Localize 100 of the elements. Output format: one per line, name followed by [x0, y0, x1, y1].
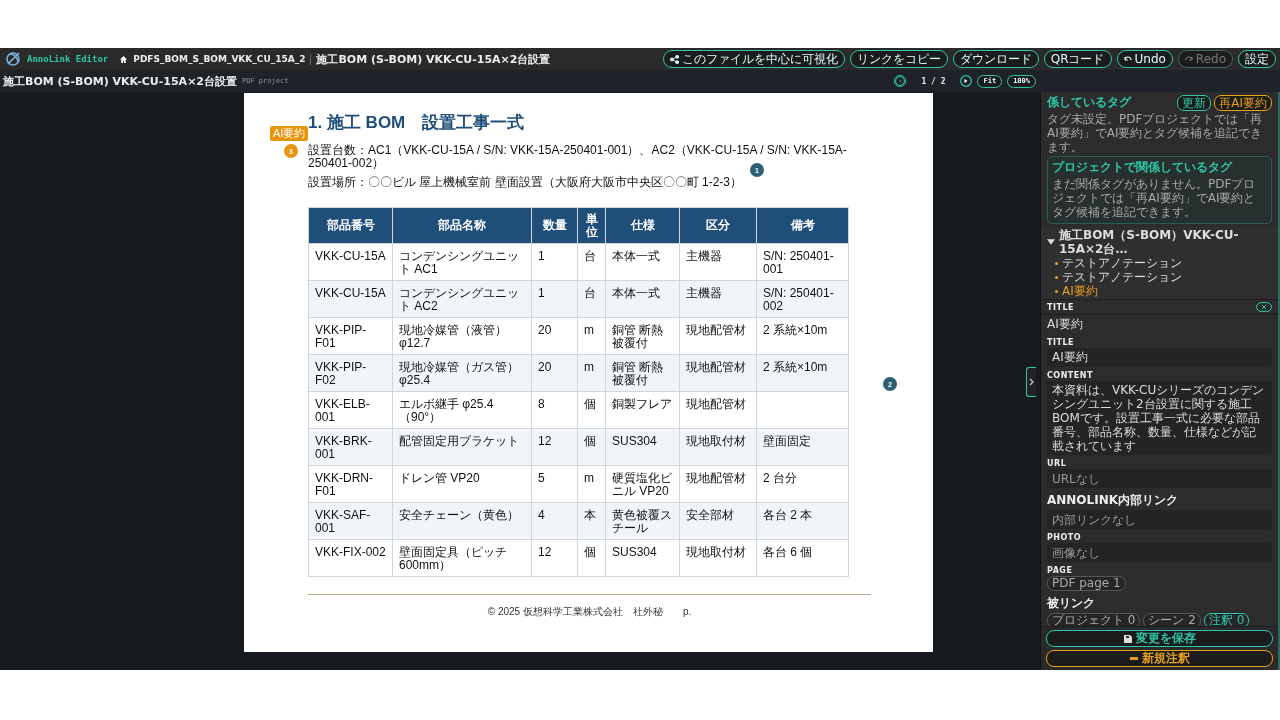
table-cell: 現地配管材 — [679, 465, 757, 503]
table-cell: m — [577, 465, 606, 503]
section-heading: 1. 施工 BOM 設置工事一式 — [308, 112, 526, 134]
table-cell: エルボ継手 φ25.4（90°） — [392, 391, 532, 429]
table-cell: 銅管 断熱被覆付 — [605, 317, 680, 355]
annotation-name: AI要約 — [1047, 316, 1084, 333]
table-cell: VKK-CU-15A — [308, 243, 393, 281]
table-cell: 現地配管材 — [679, 317, 757, 355]
share-icon — [669, 54, 679, 64]
page-indicator: 1 / 2 — [921, 76, 946, 86]
table-cell: VKK-FIX-002 — [308, 539, 393, 577]
tree-item[interactable]: 施工BOM（S-BOM）VKK-CU-15A×2台… — [1059, 228, 1272, 256]
table-cell: 各台 2 本 — [756, 502, 849, 540]
table-cell: 各台 6 個 — [756, 539, 849, 577]
redo-icon — [1184, 55, 1193, 63]
input-field[interactable]: 画像なし — [1047, 543, 1272, 562]
backlink-chip[interactable]: プロジェクト 0 — [1047, 613, 1141, 626]
table-cell: 1 — [531, 280, 578, 318]
table-cell: m — [577, 317, 606, 355]
save-button[interactable]: 変更を保存 — [1046, 630, 1273, 647]
table-cell: 硬質塩化ビニル VP20 — [605, 465, 680, 503]
column-header: 数量 — [531, 207, 578, 244]
table-cell: 壁面固定具（ピッチ 600mm） — [392, 539, 532, 577]
table-cell: 4 — [531, 502, 578, 540]
tree-item[interactable]: AI要約 — [1062, 284, 1098, 298]
table-cell: コンデンシングユニット AC2 — [392, 280, 532, 318]
field-label: PHOTO — [1047, 533, 1083, 542]
tree-item[interactable]: テストアノテーション — [1062, 256, 1182, 270]
toolbar-button[interactable]: リンクをコピー — [849, 50, 948, 68]
table-cell: VKK-BRK-001 — [308, 428, 393, 466]
tree-item[interactable]: テストアノテーション — [1062, 270, 1182, 284]
tag-note: タグ未設定。PDFプロジェクトでは「再AI要約」でAI要約とタグ候補を追記できます。 — [1047, 112, 1264, 154]
table-cell: VKK-SAF-001 — [308, 502, 393, 540]
backlink-chip[interactable]: 注釈 0 — [1203, 613, 1250, 626]
table-cell: 安全部材 — [679, 502, 757, 540]
content-field[interactable]: 本資料は、VKK-CUシリーズのコンデンシングユニット2台設置に関する施工BOMです。設置工事一式に必要な部品番号、部品名称、数量、仕様などが記載されています — [1047, 381, 1272, 455]
table-cell: 現地配管材 — [679, 354, 757, 392]
breadcrumb-link[interactable]: PDFS_BOM_S_BOM_VKK_CU_15A_2 — [133, 54, 306, 64]
table-cell: 8 — [531, 391, 578, 429]
input-field[interactable]: URLなし — [1047, 469, 1272, 488]
backlink-chip[interactable]: シーン 2 — [1143, 613, 1201, 626]
collapse-handle-icon[interactable] — [1026, 367, 1036, 397]
field-label: ANNOLINK内部リンク — [1047, 492, 1180, 509]
table-cell: 安全チェーン（黄色） — [392, 502, 532, 540]
next-page-icon[interactable] — [960, 75, 973, 87]
toolbar-button[interactable]: 設定 — [1238, 50, 1276, 68]
table-cell: 2 系統×10m — [756, 317, 849, 355]
toolbar-button[interactable]: ダウンロード — [952, 50, 1039, 68]
table-cell: 主機器 — [679, 280, 757, 318]
field-label: CONTENT — [1047, 371, 1094, 380]
undo-icon — [1123, 55, 1132, 63]
table-cell: 現地冷媒管（ガス管）φ25.4 — [392, 354, 532, 392]
table-cell: SUS304 — [605, 539, 680, 577]
field-label: URL — [1047, 459, 1068, 468]
table-cell: VKK-PIP-F01 — [308, 317, 393, 355]
input-field[interactable]: 内部リンクなし — [1047, 510, 1272, 529]
page-footer: © 2025 仮想科学工業株式会社 社外秘 p. — [487, 606, 692, 617]
column-header: 単位 — [577, 207, 606, 244]
document-title: 施工BOM (S-BOM) VKK-CU-15A×2台設置 — [3, 73, 237, 89]
tag-note: まだ関係タグがありません。PDFプロジェクトでは「再AI要約」でAI要約とタグ候補を追記できます。 — [1052, 177, 1257, 219]
column-header: 備考 — [756, 207, 849, 244]
toolbar-button[interactable]: QRコード — [1043, 50, 1112, 68]
column-header: 区分 — [679, 207, 757, 244]
tag-action-button[interactable]: 再AI要約 — [1214, 94, 1272, 111]
toolbar-button[interactable]: このファイルを中心に可視化 — [662, 50, 845, 68]
table-cell: 銅製フレア — [605, 391, 680, 429]
close-icon[interactable] — [1256, 302, 1272, 312]
tag-action-button[interactable]: 更新 — [1177, 94, 1212, 111]
section-title: プロジェクトで関係しているタグ — [1052, 159, 1234, 176]
caret-icon[interactable] — [1047, 238, 1055, 246]
toolbar-button[interactable]: Undo — [1116, 50, 1173, 68]
field-label: 被リンク — [1047, 595, 1096, 612]
table-cell: 現地冷媒管（液管）φ12.7 — [392, 317, 532, 355]
field-label: TITLE — [1047, 338, 1075, 347]
table-cell: 12 — [531, 428, 578, 466]
field-label: PAGE — [1047, 566, 1074, 575]
table-cell: 12 — [531, 539, 578, 577]
table-cell: 壁面固定 — [756, 428, 849, 466]
input-field[interactable]: AI要約 — [1047, 348, 1272, 367]
column-header: 部品番号 — [308, 207, 393, 244]
table-cell: 配管固定用ブラケット — [392, 428, 532, 466]
column-header: 仕様 — [605, 207, 680, 244]
table-cell: 黄色被覆スチール — [605, 502, 680, 540]
table-cell: VKK-DRN-F01 — [308, 465, 393, 503]
table-cell: VKK-PIP-F02 — [308, 354, 393, 392]
table-cell: ドレン管 VP20 — [392, 465, 532, 503]
breadcrumb-current: 施工BOM (S-BOM) VKK-CU-15A×2台設置 — [316, 51, 551, 67]
table-cell: 1 — [531, 243, 578, 281]
table-cell: 本体一式 — [605, 280, 680, 318]
table-cell: 2 台分 — [756, 465, 849, 503]
minus-icon — [1129, 657, 1138, 660]
table-cell: 主機器 — [679, 243, 757, 281]
new-annotation-button[interactable]: 新規注釈 — [1046, 650, 1273, 667]
table-cell: 台 — [577, 243, 606, 281]
table-cell: 本体一式 — [605, 243, 680, 281]
table-cell: 20 — [531, 354, 578, 392]
table-cell: 5 — [531, 465, 578, 503]
home-icon[interactable] — [119, 54, 129, 64]
table-cell: コンデンシングユニット AC1 — [392, 243, 532, 281]
table-cell: S/N: 250401-001 — [756, 243, 849, 281]
